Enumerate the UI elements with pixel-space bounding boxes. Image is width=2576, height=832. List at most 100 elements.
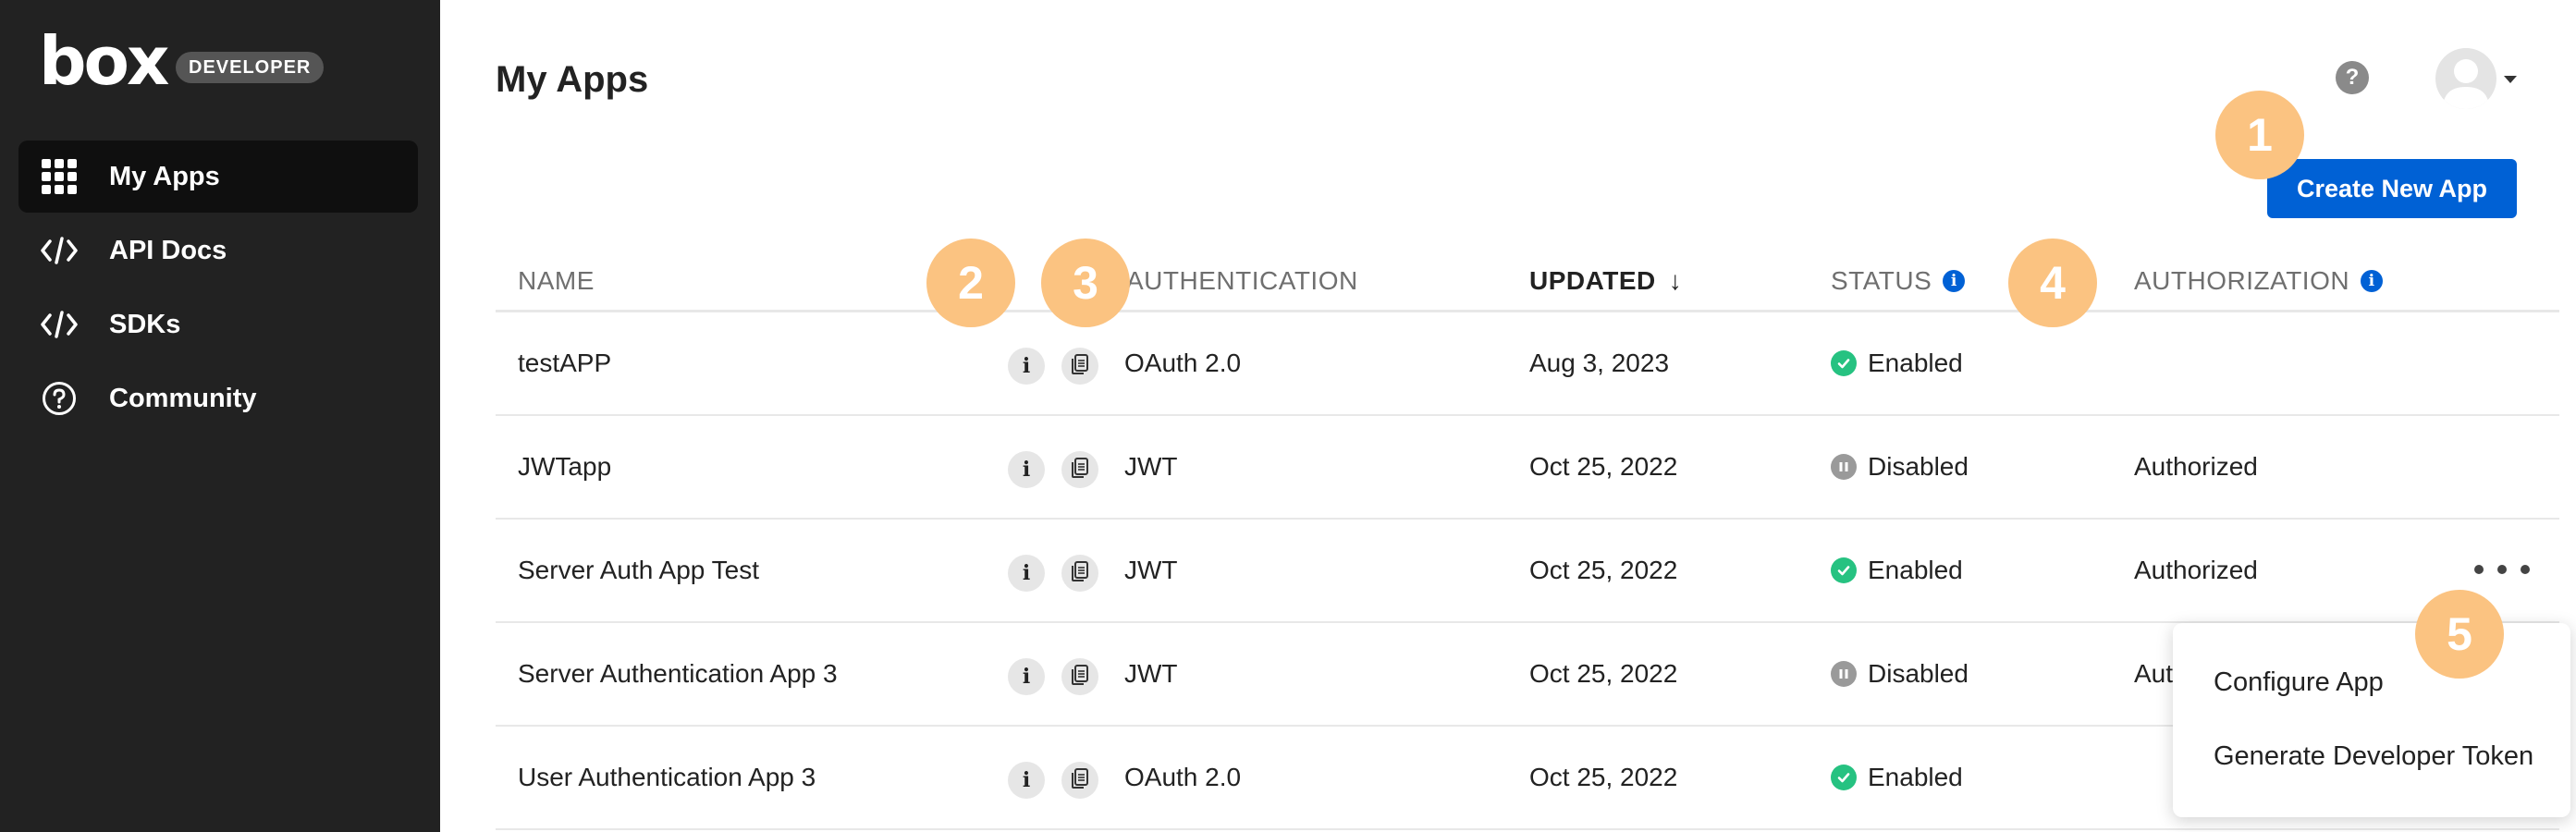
code-icon — [41, 232, 78, 269]
status-label: Enabled — [1868, 763, 1963, 791]
sort-descending-icon: ↓ — [1668, 266, 1683, 295]
copy-app-button[interactable] — [1061, 762, 1098, 799]
sidebar-item-my-apps[interactable]: My Apps — [18, 141, 418, 213]
column-label: UPDATED — [1529, 266, 1656, 295]
app-info-button[interactable]: i — [1008, 658, 1045, 695]
authentication-cell: JWT — [1124, 452, 1178, 481]
brand: box DEVELOPER — [39, 24, 409, 98]
sidebar-item-api-docs[interactable]: API Docs — [18, 214, 418, 287]
app-name-cell[interactable]: JWTapp — [518, 416, 611, 518]
column-header-status: STATUS i — [1831, 266, 1966, 296]
table-header: NAME AUTHENTICATION UPDATED ↓ STATUS i A… — [496, 242, 2559, 312]
column-label: NAME — [518, 266, 595, 295]
app-name-cell[interactable]: Server Auth App Test — [518, 520, 759, 621]
column-header-authentication[interactable]: AUTHENTICATION — [1126, 266, 1358, 296]
column-label: AUTHENTICATION — [1126, 266, 1358, 295]
status-label: Enabled — [1868, 349, 1963, 377]
info-icon[interactable]: i — [2361, 270, 2384, 292]
app-info-button[interactable]: i — [1008, 762, 1045, 799]
updated-cell: Aug 3, 2023 — [1529, 349, 1670, 377]
sidebar-item-label: SDKs — [109, 309, 181, 339]
copy-icon — [1070, 767, 1090, 794]
info-icon: i — [1022, 561, 1031, 585]
authentication-cell: OAuth 2.0 — [1124, 349, 1242, 377]
help-icon[interactable]: ? — [2336, 61, 2369, 94]
more-options-icon[interactable] — [2474, 551, 2530, 588]
avatar[interactable] — [2435, 48, 2496, 109]
callout-badge-5: 5 — [2415, 590, 2504, 679]
app-name-cell[interactable]: User Authentication App 3 — [518, 727, 816, 828]
copy-icon — [1070, 664, 1090, 691]
app-root: box DEVELOPER My Apps API Docs SDKs Comm… — [0, 0, 2576, 832]
updated-cell: Oct 25, 2022 — [1529, 452, 1678, 481]
column-label: AUTHORIZATION — [2134, 266, 2350, 295]
info-icon: i — [1022, 458, 1031, 482]
app-name-cell[interactable]: testAPP — [518, 312, 611, 414]
sidebar-item-label: Community — [109, 383, 257, 413]
check-circle-icon — [1831, 557, 1857, 583]
info-icon: i — [1022, 354, 1031, 378]
status-label: Disabled — [1868, 659, 1969, 688]
copy-app-button[interactable] — [1061, 451, 1098, 488]
app-info-button[interactable]: i — [1008, 451, 1045, 488]
create-new-app-button[interactable]: Create New App — [2267, 159, 2517, 218]
info-icon: i — [1022, 665, 1031, 689]
callout-badge-3: 3 — [1041, 239, 1130, 327]
status-cell: Disabled — [1831, 416, 1969, 518]
copy-icon — [1070, 353, 1090, 380]
authorization-cell: Authorized — [2134, 556, 2258, 584]
user-silhouette-icon — [2443, 59, 2489, 109]
check-circle-icon — [1831, 350, 1857, 376]
updated-cell: Oct 25, 2022 — [1529, 763, 1678, 791]
column-header-name[interactable]: NAME — [518, 266, 595, 296]
copy-icon — [1070, 560, 1090, 587]
app-name-cell[interactable]: Server Authentication App 3 — [518, 623, 838, 725]
authorization-cell: Aut — [2134, 659, 2174, 688]
sidebar-item-community[interactable]: Community — [18, 362, 418, 434]
table-row[interactable]: Server Auth App Test i JWT Oct 25, 2022 Enab… — [496, 520, 2559, 623]
table-row[interactable]: testAPP i OAuth 2.0 Aug 3, 2023 Enabled — [496, 312, 2559, 416]
app-info-button[interactable]: i — [1008, 348, 1045, 385]
question-circle-icon — [41, 380, 78, 417]
sidebar-item-label: My Apps — [109, 161, 220, 191]
code-icon — [41, 306, 78, 343]
info-icon: i — [1022, 768, 1031, 792]
status-cell: Enabled — [1831, 727, 1963, 828]
chevron-down-icon[interactable] — [2504, 76, 2517, 83]
grid-icon — [41, 158, 78, 195]
table-row[interactable]: JWTapp i JWT Oct 25, 2022 Disabled Authorized — [496, 416, 2559, 520]
pause-circle-icon — [1831, 454, 1857, 480]
status-label: Enabled — [1868, 556, 1963, 584]
sidebar-item-label: API Docs — [109, 235, 227, 265]
developer-badge: DEVELOPER — [176, 52, 325, 83]
updated-cell: Oct 25, 2022 — [1529, 659, 1678, 688]
sidebar-item-sdks[interactable]: SDKs — [18, 288, 418, 361]
authorization-cell: Authorized — [2134, 452, 2258, 481]
menu-item-generate-developer-token[interactable]: Generate Developer Token — [2214, 741, 2533, 772]
box-logo[interactable]: box — [39, 24, 169, 98]
app-actions-menu: Configure App Generate Developer Token — [2173, 623, 2570, 817]
status-cell: Enabled — [1831, 520, 1963, 621]
pause-circle-icon — [1831, 661, 1857, 687]
status-cell: Disabled — [1831, 623, 1969, 725]
info-icon[interactable]: i — [1943, 270, 1966, 292]
sidebar: box DEVELOPER My Apps API Docs SDKs Comm… — [0, 0, 440, 832]
copy-app-button[interactable] — [1061, 555, 1098, 592]
sidebar-nav: My Apps API Docs SDKs Community — [18, 141, 418, 436]
callout-badge-1: 1 — [2215, 91, 2304, 179]
copy-app-button[interactable] — [1061, 348, 1098, 385]
copy-icon — [1070, 457, 1090, 483]
page-title: My Apps — [496, 59, 649, 100]
column-header-authorization: AUTHORIZATION i — [2134, 266, 2384, 296]
column-label: STATUS — [1831, 266, 1932, 295]
menu-item-configure-app[interactable]: Configure App — [2214, 667, 2384, 698]
updated-cell: Oct 25, 2022 — [1529, 556, 1678, 584]
status-cell: Enabled — [1831, 312, 1963, 414]
app-info-button[interactable]: i — [1008, 555, 1045, 592]
callout-badge-4: 4 — [2008, 239, 2097, 327]
column-header-updated[interactable]: UPDATED ↓ — [1529, 266, 1682, 296]
check-circle-icon — [1831, 765, 1857, 790]
callout-badge-2: 2 — [926, 239, 1015, 327]
authentication-cell: JWT — [1124, 659, 1178, 688]
copy-app-button[interactable] — [1061, 658, 1098, 695]
